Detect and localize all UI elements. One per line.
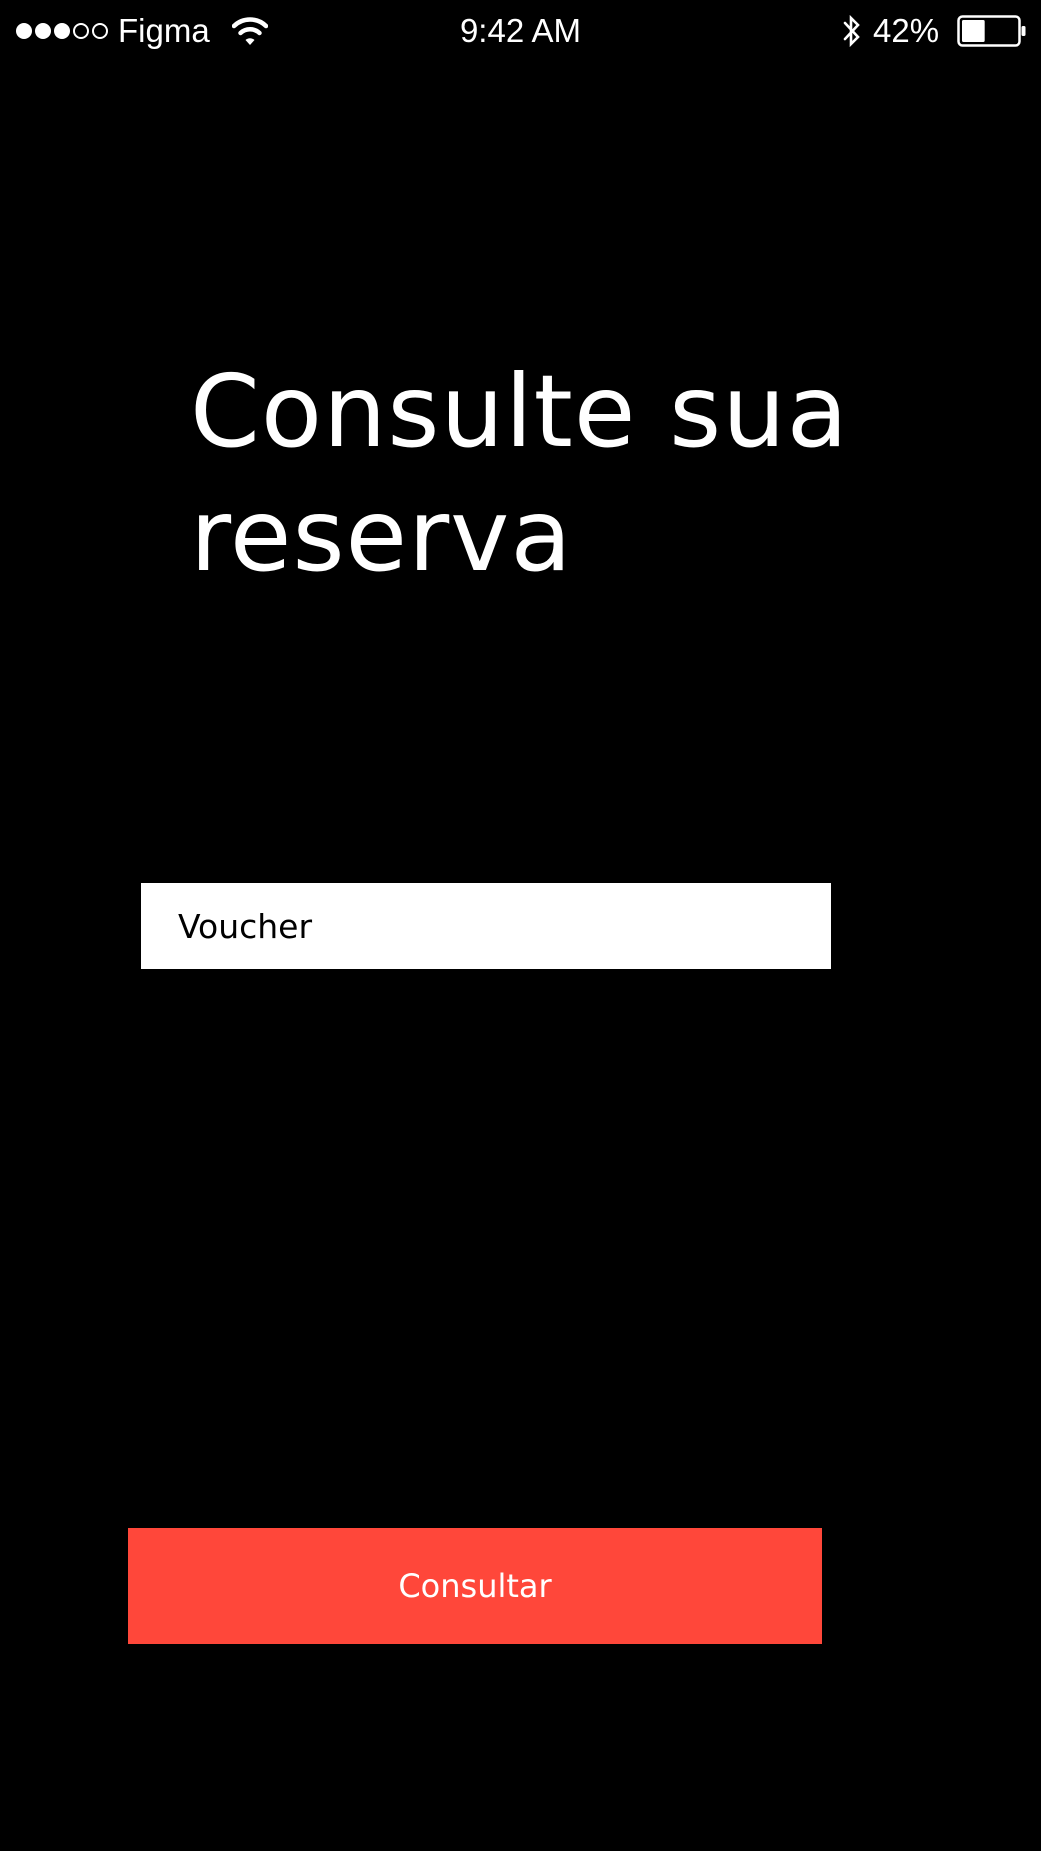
bluetooth-icon: [843, 14, 860, 48]
app-screen: Figma 9:42 AM 42% Consulte sua reserva C…: [0, 0, 1042, 1853]
battery-icon: [957, 15, 1026, 47]
battery-level-fill: [962, 20, 985, 42]
voucher-input[interactable]: [141, 883, 831, 969]
battery-percentage: 42%: [873, 12, 940, 49]
page-title: Consulte sua reserva: [190, 353, 849, 594]
phone-frame: Figma 9:42 AM 42% Consulte sua reserva C…: [0, 0, 1041, 1851]
status-bar: Figma 9:42 AM 42%: [0, 0, 1041, 62]
consult-button[interactable]: Consultar: [128, 1528, 822, 1644]
